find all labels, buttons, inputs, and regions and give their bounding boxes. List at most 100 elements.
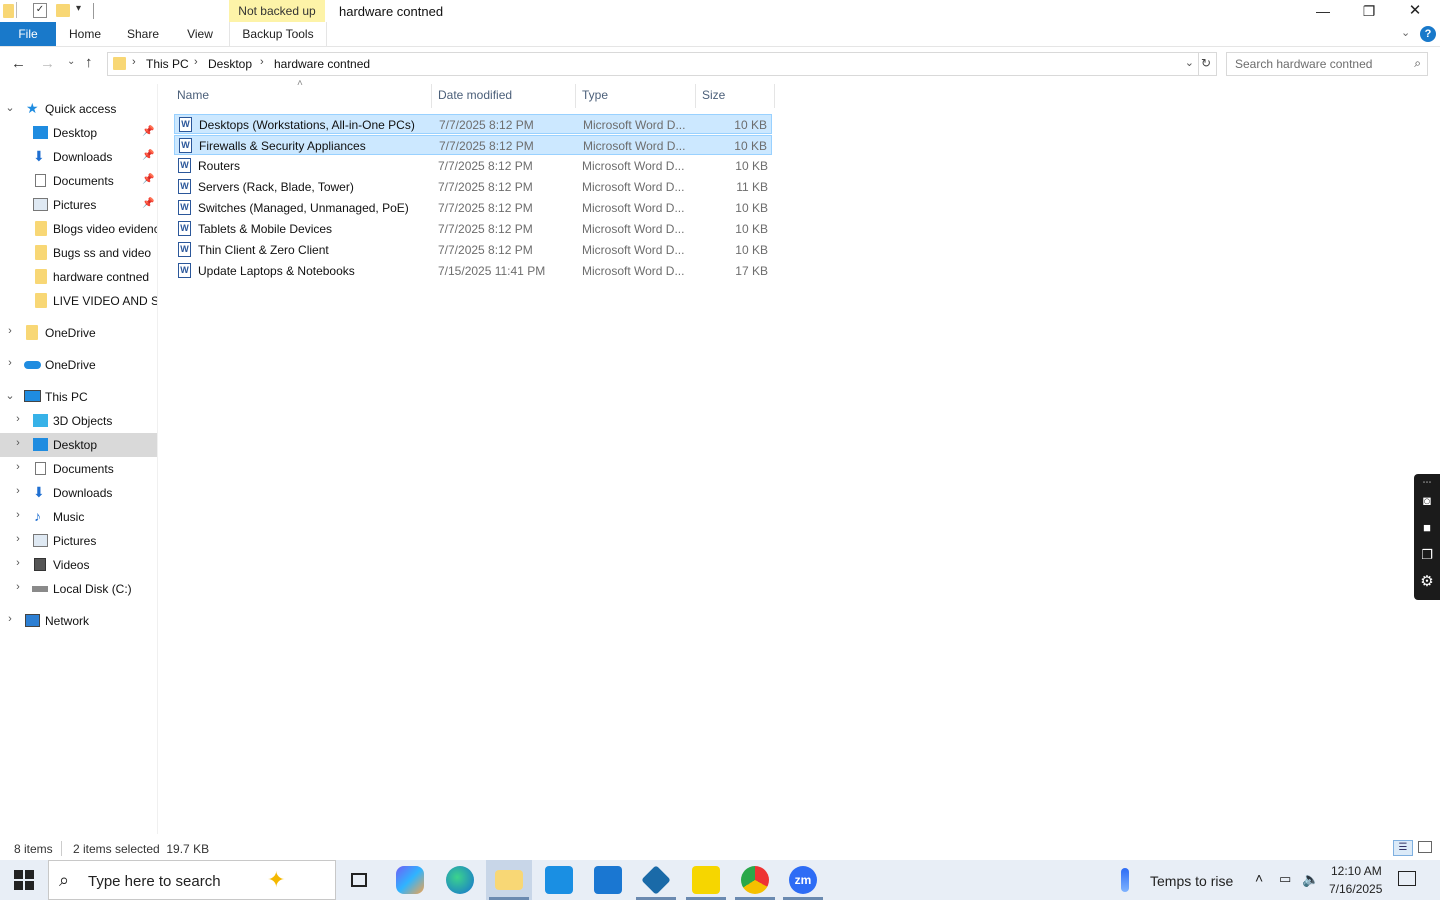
column-divider[interactable] [774, 84, 775, 108]
column-header-size[interactable]: Size [702, 88, 725, 102]
taskbar-search[interactable]: ⌕ Type here to search ✦ [48, 860, 336, 900]
nav-qa-pictures[interactable]: Pictures 📌 [0, 193, 157, 217]
refresh-button[interactable]: ↻ [1197, 52, 1217, 76]
file-row[interactable]: W Routers 7/7/2025 8:12 PM Microsoft Word D… [174, 156, 772, 176]
volume-icon[interactable]: 🔈 [1302, 871, 1319, 888]
help-icon[interactable]: ? [1420, 26, 1436, 42]
pin-icon[interactable]: 📌 [142, 174, 154, 185]
weather-text[interactable]: Temps to rise [1150, 873, 1233, 889]
tab-view[interactable]: View [178, 22, 222, 46]
file-row[interactable]: W Tablets & Mobile Devices 7/7/2025 8:12 P… [174, 219, 772, 239]
nav-qa-folder-blogs[interactable]: Blogs video evidenc [0, 217, 157, 241]
nav-onedrive[interactable]: › OneDrive [0, 353, 157, 377]
up-arrow-icon[interactable]: ↑ [85, 54, 93, 71]
pin-icon[interactable]: 📌 [142, 126, 154, 137]
pin-icon[interactable]: 📌 [142, 198, 154, 209]
chevron-right-icon[interactable]: › [4, 325, 16, 337]
camera-icon[interactable]: ◙ [1418, 492, 1436, 510]
nav-pc-downloads[interactable]: › ⬇ Downloads [0, 481, 157, 505]
window-capture-icon[interactable]: ❐ [1418, 546, 1436, 564]
chevron-down-icon[interactable]: ⌄ [4, 101, 16, 114]
column-divider[interactable] [431, 84, 432, 108]
clock-date[interactable]: 7/16/2025 [1329, 882, 1382, 896]
breadcrumb-this-pc[interactable]: This PC [146, 57, 189, 71]
properties-qat-icon[interactable]: ✓ [33, 3, 47, 18]
file-row[interactable]: W Servers (Rack, Blade, Tower) 7/7/2025 8:… [174, 177, 772, 197]
file-row[interactable]: W Update Laptops & Notebooks 7/15/2025 11:… [174, 261, 772, 281]
details-view-icon[interactable]: ☰ [1393, 840, 1413, 856]
notifications-icon[interactable] [1398, 871, 1416, 886]
column-header-name[interactable]: Name [177, 88, 209, 102]
restore-button[interactable]: ❐ [1346, 0, 1392, 22]
nav-qa-downloads[interactable]: ⬇ Downloads 📌 [0, 145, 157, 169]
nav-qa-documents[interactable]: Documents 📌 [0, 169, 157, 193]
pin-icon[interactable]: 📌 [142, 150, 154, 161]
chevron-right-icon[interactable]: › [12, 581, 24, 593]
file-row[interactable]: W Firewalls & Security Appliances 7/7/2025… [174, 135, 772, 155]
nav-onedrive-personal[interactable]: › OneDrive [0, 321, 157, 345]
chevron-right-icon[interactable]: › [12, 461, 24, 473]
pane-divider[interactable] [157, 84, 158, 834]
recent-locations-chevron-icon[interactable]: ⌄ [67, 56, 75, 67]
nav-pc-pictures[interactable]: › Pictures [0, 529, 157, 553]
breadcrumb-current[interactable]: hardware contned [274, 57, 370, 71]
nav-pc-local-disk[interactable]: › Local Disk (C:) [0, 577, 157, 601]
column-header-type[interactable]: Type [582, 88, 608, 102]
mail-icon[interactable] [594, 866, 622, 894]
thermometer-icon[interactable] [1121, 868, 1129, 892]
file-explorer-icon[interactable] [495, 870, 523, 890]
nav-qa-folder-bugs[interactable]: Bugs ss and video [0, 241, 157, 265]
chevron-up-icon[interactable]: ˄ [1255, 870, 1263, 886]
sticky-notes-icon[interactable] [692, 866, 720, 894]
clock-time[interactable]: 12:10 AM [1331, 864, 1382, 878]
more-dots-icon[interactable]: ⋯ [1418, 476, 1436, 488]
nav-pc-music[interactable]: › ♪ Music [0, 505, 157, 529]
chevron-right-icon[interactable]: › [12, 557, 24, 569]
nav-pc-videos[interactable]: › Videos [0, 553, 157, 577]
minimize-button[interactable]: — [1300, 0, 1346, 22]
chrome-icon[interactable] [741, 866, 769, 894]
breadcrumb-desktop[interactable]: Desktop [208, 57, 252, 71]
chevron-right-icon[interactable]: › [12, 533, 24, 545]
video-camera-icon[interactable]: ■ [1418, 519, 1436, 537]
large-icons-view-icon[interactable] [1418, 841, 1432, 853]
nav-pc-documents[interactable]: › Documents [0, 457, 157, 481]
network-tray-icon[interactable]: ▭ [1279, 871, 1291, 887]
nav-pc-3d-objects[interactable]: › 3D Objects [0, 409, 157, 433]
gear-icon[interactable]: ⚙ [1418, 573, 1436, 591]
column-divider[interactable] [695, 84, 696, 108]
new-folder-qat-icon[interactable] [56, 4, 70, 17]
address-bar[interactable]: › This PC › Desktop › hardware contned ⌄ [107, 52, 1199, 76]
chevron-right-icon[interactable]: › [4, 357, 16, 369]
taskbar-search-input[interactable]: Type here to search [88, 873, 221, 890]
expand-ribbon-icon[interactable]: ⌄ [1401, 26, 1410, 39]
chevron-down-icon[interactable]: ⌄ [4, 389, 16, 402]
column-header-date[interactable]: Date modified [438, 88, 512, 102]
nav-qa-folder-hardware[interactable]: hardware contned [0, 265, 157, 289]
search-input[interactable]: Search hardware contned [1235, 57, 1372, 71]
store-icon[interactable] [545, 866, 573, 894]
file-row[interactable]: W Desktops (Workstations, All-in-One PCs)… [174, 114, 772, 134]
tab-share[interactable]: Share [120, 22, 166, 46]
column-divider[interactable] [575, 84, 576, 108]
search-icon[interactable]: ⌕ [1414, 56, 1421, 71]
nav-qa-folder-live[interactable]: LIVE VIDEO AND SS [0, 289, 157, 313]
nav-pc-desktop[interactable]: › Desktop [0, 433, 157, 457]
tab-file[interactable]: File [0, 22, 56, 46]
sparkle-icon[interactable]: ✦ [267, 867, 285, 893]
nav-qa-desktop[interactable]: Desktop 📌 [0, 121, 157, 145]
file-row[interactable]: W Thin Client & Zero Client 7/7/2025 8:12 … [174, 240, 772, 260]
address-dropdown-icon[interactable]: ⌄ [1185, 56, 1194, 69]
chevron-right-icon[interactable]: › [4, 613, 16, 625]
search-box[interactable]: Search hardware contned ⌕ [1226, 52, 1428, 76]
nav-quick-access[interactable]: ⌄ ★ Quick access [0, 97, 157, 121]
zoom-app-icon[interactable]: zm [789, 866, 817, 894]
file-row[interactable]: W Switches (Managed, Unmanaged, PoE) 7/7/2… [174, 198, 772, 218]
copilot-icon[interactable] [396, 866, 424, 894]
edge-browser-icon[interactable] [446, 866, 474, 894]
task-view-icon[interactable] [346, 866, 374, 894]
chevron-right-icon[interactable]: › [12, 509, 24, 521]
chevron-right-icon[interactable]: › [12, 413, 24, 425]
windows-start-icon[interactable] [14, 870, 34, 890]
nav-this-pc[interactable]: ⌄ This PC [0, 385, 157, 409]
